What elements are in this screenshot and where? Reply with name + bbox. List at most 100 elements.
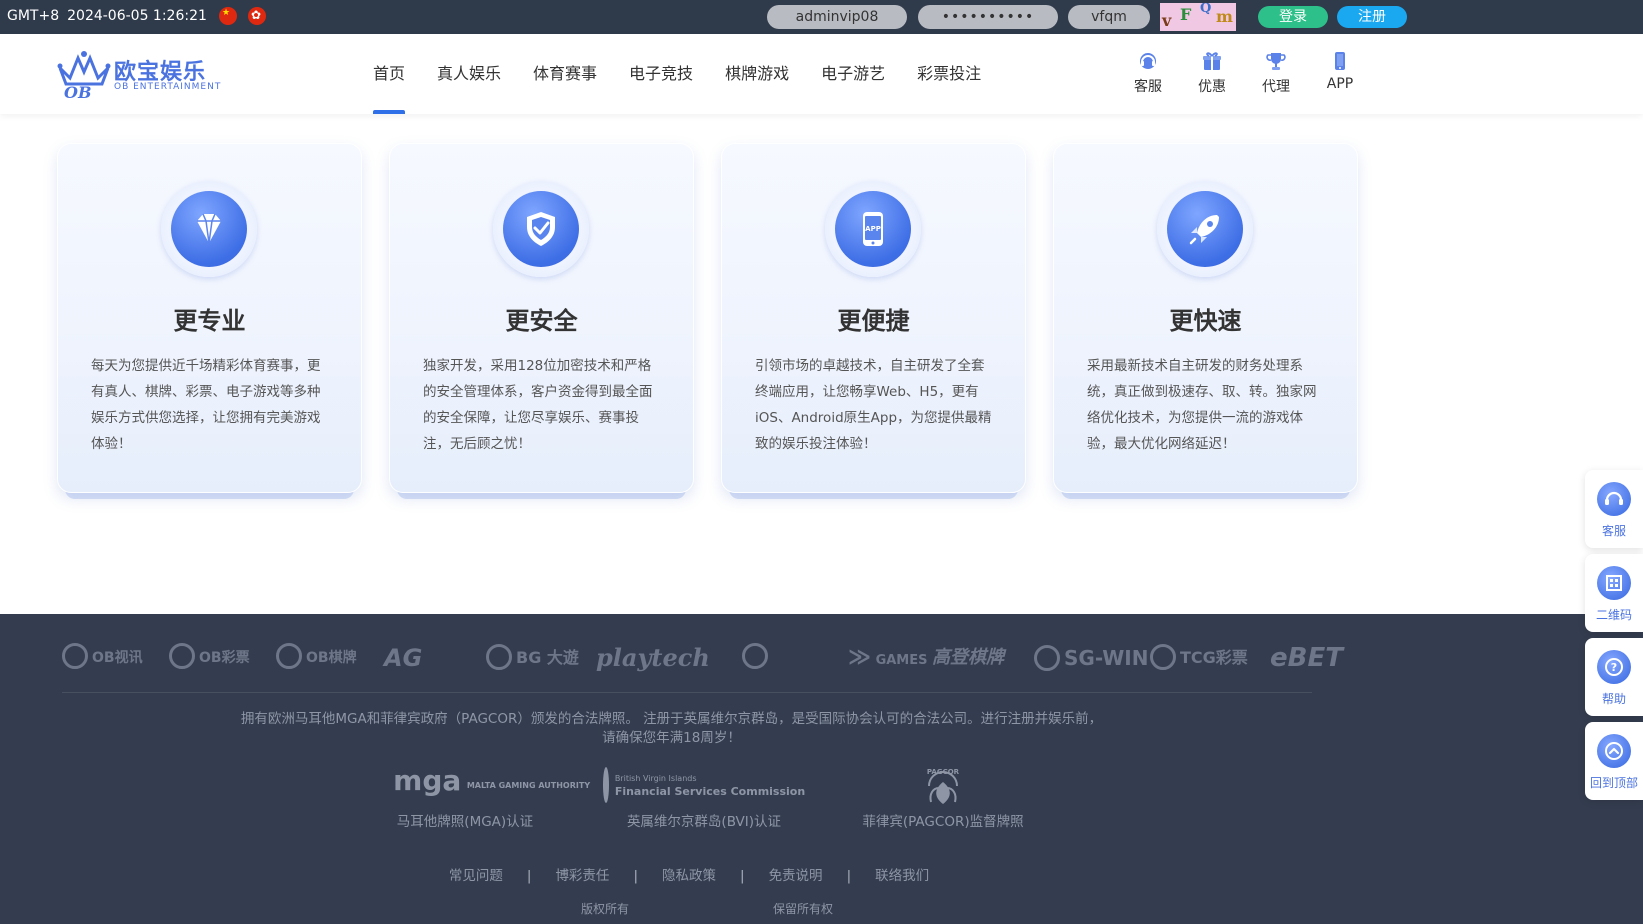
float-back-to-top-label: 回到顶部 bbox=[1589, 776, 1638, 790]
diamond-icon bbox=[197, 213, 221, 244]
register-button[interactable]: 注册 bbox=[1337, 6, 1407, 28]
feature-title: 更便捷 bbox=[837, 307, 910, 335]
username-input[interactable] bbox=[767, 5, 907, 29]
partner-ob-chess: OB棋牌 bbox=[276, 638, 357, 678]
quick-agent[interactable]: 代理 bbox=[1256, 50, 1296, 96]
quick-agent-label: 代理 bbox=[1262, 79, 1290, 95]
partner-ob-lottery: OB彩票 bbox=[169, 638, 250, 678]
shield-check-icon bbox=[527, 212, 555, 246]
feature-icon-badge: APP bbox=[825, 181, 921, 277]
captcha-input[interactable] bbox=[1068, 5, 1150, 29]
bvi-logo: British Virgin Islands Financial Service… bbox=[602, 764, 805, 806]
qr-code-icon bbox=[1597, 566, 1631, 600]
feature-card-fast: 更快速 采用最新技术自主研发的财务处理系统，真正做到极速存、取、转。独家网络优化… bbox=[1053, 143, 1358, 499]
partner-logos: OB视讯 OB彩票 OB棋牌 AG BG 大遊 playtech ≫ GAMES… bbox=[62, 638, 1362, 678]
feature-title: 更快速 bbox=[1169, 307, 1242, 335]
captcha-image[interactable]: v F Q m bbox=[1160, 3, 1236, 31]
feature-title: 更安全 bbox=[505, 307, 578, 335]
password-input[interactable] bbox=[918, 5, 1058, 29]
bvi-label: 英属维尔京群岛(BVI)认证 bbox=[626, 814, 782, 830]
partner-ob-video: OB视讯 bbox=[62, 638, 143, 678]
main-header: OB 欧宝娱乐 OB ENTERTAINMENT 首页 真人娱乐 体育赛事 电子… bbox=[0, 34, 1643, 114]
footer-link-contact[interactable]: 联络我们 bbox=[851, 868, 953, 884]
feature-description: 每天为您提供近千场精彩体育赛事，更有真人、棋牌、彩票、电子游戏等多种娱乐方式供您… bbox=[91, 358, 321, 452]
quick-app[interactable]: APP bbox=[1320, 50, 1360, 92]
feature-card-professional: 更专业 每天为您提供近千场精彩体育赛事，更有真人、棋牌、彩票、电子游戏等多种娱乐… bbox=[57, 143, 362, 499]
feature-title: 更专业 bbox=[173, 307, 246, 335]
login-button[interactable]: 登录 bbox=[1258, 6, 1328, 28]
float-customer-service[interactable]: 客服 bbox=[1585, 470, 1643, 548]
float-help[interactable]: ? 帮助 bbox=[1585, 638, 1643, 716]
phone-icon bbox=[1335, 52, 1345, 70]
captcha-char: m bbox=[1216, 7, 1233, 26]
float-qr-code[interactable]: 二维码 bbox=[1585, 554, 1643, 632]
feature-description: 采用最新技术自主研发的财务处理系统，真正做到极速存、取、转。独家网络优化技术，为… bbox=[1087, 358, 1317, 452]
help-icon: ? bbox=[1597, 650, 1631, 684]
license-line-2: 请确保您年满18周岁！ bbox=[602, 730, 741, 746]
quick-customer-service-label: 客服 bbox=[1134, 79, 1162, 95]
copyright-left: 版权所有 bbox=[581, 902, 630, 916]
app-phone-icon: APP bbox=[863, 212, 883, 246]
top-bar: GMT+8 2024-06-05 1:26:21 v F Q m 登录 注册 bbox=[0, 0, 1643, 34]
svg-text:?: ? bbox=[1611, 661, 1617, 674]
timezone-clock: GMT+8 2024-06-05 1:26:21 bbox=[7, 8, 215, 24]
headset-icon bbox=[1597, 482, 1631, 516]
nav-esports[interactable]: 电子竞技 bbox=[629, 34, 693, 114]
logo-english-name: OB ENTERTAINMENT bbox=[114, 82, 222, 92]
gift-icon bbox=[1203, 52, 1221, 70]
nav-card-games[interactable]: 棋牌游戏 bbox=[725, 34, 789, 114]
pagcor-logo: PAGCOR bbox=[858, 764, 1028, 806]
partner-ag: AG bbox=[384, 644, 423, 672]
crown-logo-icon: OB bbox=[57, 51, 111, 100]
captcha-char: Q bbox=[1200, 3, 1212, 16]
footer-link-disclaimer[interactable]: 免责说明 bbox=[745, 868, 847, 884]
footer-link-faq[interactable]: 常见问题 bbox=[425, 868, 527, 884]
partner-sg-win: SG-WIN bbox=[1034, 638, 1148, 678]
license-line-1: 拥有欧洲马耳他MGA和菲律宾政府（PAGCOR）颁发的合法牌照。 注册于英属维尔… bbox=[240, 711, 1103, 727]
partner-ebet: eBET bbox=[1270, 643, 1343, 673]
float-qr-code-label: 二维码 bbox=[1595, 608, 1632, 622]
quick-app-label: APP bbox=[1326, 76, 1354, 92]
partner-bg: BG 大遊 bbox=[486, 638, 579, 678]
nav-slots[interactable]: 电子游艺 bbox=[821, 34, 885, 114]
captcha-char: v bbox=[1162, 11, 1172, 30]
feature-icon-badge bbox=[493, 181, 589, 277]
rocket-icon bbox=[1189, 215, 1219, 245]
badge-pagcor: PAGCOR 菲律宾(PAGCOR)监督牌照 bbox=[858, 764, 1028, 830]
nav-live-casino[interactable]: 真人娱乐 bbox=[437, 34, 501, 114]
footer-link-privacy[interactable]: 隐私政策 bbox=[638, 868, 740, 884]
pagcor-emblem-icon: PAGCOR bbox=[927, 768, 960, 804]
mga-logo: mga MALTA GAMING AUTHORITY bbox=[393, 764, 591, 797]
main-nav: 首页 真人娱乐 体育赛事 电子竞技 棋牌游戏 电子游艺 彩票投注 bbox=[373, 34, 1013, 114]
footer-links: 常见问题 | 博彩责任 | 隐私政策 | 免责说明 | 联络我们 bbox=[0, 864, 1378, 884]
nav-sports[interactable]: 体育赛事 bbox=[533, 34, 597, 114]
partner-gaodeng: 高登棋牌 bbox=[932, 647, 1004, 668]
float-back-to-top[interactable]: 回到顶部 bbox=[1585, 722, 1643, 800]
feature-card-convenient: APP 更便捷 引领市场的卓越技术，自主研发了全套终端应用，让您畅享Web、H5… bbox=[721, 143, 1026, 499]
float-customer-service-label: 客服 bbox=[1601, 524, 1626, 538]
datetime-label: 2024-06-05 1:26:21 bbox=[67, 8, 207, 24]
nav-home[interactable]: 首页 bbox=[373, 34, 406, 114]
captcha-char: F bbox=[1180, 5, 1192, 24]
badge-bvi: British Virgin Islands Financial Service… bbox=[602, 764, 805, 830]
hongkong-flag-icon[interactable] bbox=[248, 7, 266, 25]
partner-playtech: playtech bbox=[596, 643, 710, 672]
logo-mark: OB bbox=[64, 83, 91, 100]
china-flag-icon[interactable] bbox=[219, 7, 237, 25]
svg-text:PAGCOR: PAGCOR bbox=[927, 768, 960, 776]
site-logo[interactable]: OB 欧宝娱乐 OB ENTERTAINMENT bbox=[56, 48, 226, 100]
quick-promotions[interactable]: 优惠 bbox=[1192, 50, 1232, 96]
footer-divider bbox=[62, 692, 1312, 693]
quick-customer-service[interactable]: 客服 bbox=[1128, 50, 1168, 96]
headset-icon bbox=[1140, 53, 1156, 69]
footer-link-responsible-gaming[interactable]: 博彩责任 bbox=[531, 868, 633, 884]
license-statement: 拥有欧洲马耳他MGA和菲律宾政府（PAGCOR）颁发的合法牌照。 注册于英属维尔… bbox=[0, 710, 1343, 748]
partner-games: ≫ GAMES bbox=[848, 645, 928, 670]
quick-promotions-label: 优惠 bbox=[1198, 79, 1226, 95]
feature-icon-badge bbox=[161, 181, 257, 277]
badge-mga: mga MALTA GAMING AUTHORITY 马耳他牌照(MGA)认证 bbox=[380, 764, 591, 830]
partner-generic bbox=[742, 638, 772, 678]
app-icon-text: APP bbox=[865, 225, 881, 233]
float-help-label: 帮助 bbox=[1601, 692, 1626, 706]
nav-lottery[interactable]: 彩票投注 bbox=[917, 34, 981, 114]
